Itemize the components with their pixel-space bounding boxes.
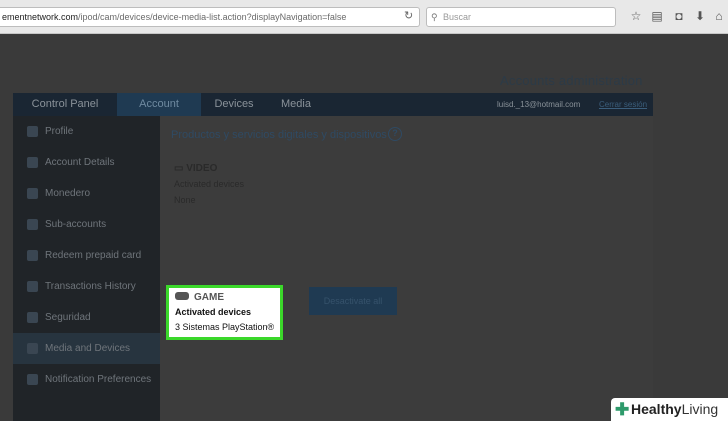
- lock-icon: [27, 312, 38, 323]
- browser-toolbar: ementnetwork.com/ipod/cam/devices/device…: [0, 0, 728, 34]
- url-host: ementnetwork.com: [2, 12, 79, 22]
- notification-icon: [27, 374, 38, 385]
- sidebar-item-monedero[interactable]: Monedero: [13, 178, 160, 209]
- nav-media[interactable]: Media: [267, 93, 325, 116]
- logout-link[interactable]: Cerrar sesión: [599, 93, 647, 116]
- nav-control-panel[interactable]: Control Panel: [13, 93, 117, 116]
- search-input[interactable]: ⚲ Buscar: [426, 7, 616, 27]
- sidebar-item-seguridad[interactable]: Seguridad: [13, 302, 160, 333]
- sidebar-item-account-details[interactable]: Account Details: [13, 147, 160, 178]
- sub-accounts-icon: [27, 219, 38, 230]
- deactivate-all-button[interactable]: Desactivate all: [309, 287, 397, 315]
- sidebar-item-label: Profile: [45, 126, 74, 137]
- sidebar-item-profile[interactable]: Profile: [13, 116, 160, 147]
- user-email: luisd._13@hotmail.com: [497, 100, 581, 109]
- profile-icon: [27, 126, 38, 137]
- reading-list-icon[interactable]: ▤: [650, 9, 664, 23]
- bookmark-star-icon[interactable]: ☆: [629, 9, 643, 23]
- reload-icon[interactable]: ↻: [404, 9, 413, 22]
- sidebar-item-sub-accounts[interactable]: Sub-accounts: [13, 209, 160, 240]
- sidebar-item-transactions-history[interactable]: Transactions History: [13, 271, 160, 302]
- watermark-brand-b: Living: [681, 401, 719, 417]
- home-icon[interactable]: ⌂: [712, 9, 726, 23]
- nav-account[interactable]: Account: [117, 93, 201, 116]
- sidebar-item-label: Seguridad: [45, 312, 91, 323]
- help-icon[interactable]: ?: [388, 127, 402, 141]
- video-heading: ▭ VIDEO: [174, 163, 217, 174]
- pocket-icon[interactable]: ◘: [672, 9, 686, 23]
- sidebar: Profile Account Details Monedero Sub-acc…: [13, 116, 160, 421]
- video-heading-label: VIDEO: [186, 163, 218, 174]
- watermark-brand-a: Healthy: [631, 401, 682, 417]
- url-path: /ipod/cam/devices/device-media-list.acti…: [78, 12, 347, 22]
- page-body: Accounts administration Control Panel Ac…: [0, 35, 728, 421]
- sidebar-item-label: Media and Devices: [45, 343, 131, 354]
- sidebar-item-label: Transactions History: [45, 281, 136, 292]
- sidebar-item-label: Monedero: [45, 188, 91, 199]
- wallet-icon: [27, 188, 38, 199]
- watermark: ✚ HealthyLiving: [611, 398, 728, 421]
- gift-card-icon: [27, 250, 38, 261]
- sidebar-item-notification-preferences[interactable]: Notification Preferences: [13, 364, 160, 395]
- sidebar-item-label: Redeem prepaid card: [45, 250, 142, 261]
- sidebar-item-label: Sub-accounts: [45, 219, 107, 230]
- page-title: Accounts administration: [500, 73, 643, 88]
- film-icon: ▭: [174, 163, 184, 174]
- nav-devices[interactable]: Devices: [201, 93, 267, 116]
- section-title: Productos y servicios digitales y dispos…: [171, 129, 387, 141]
- address-bar[interactable]: ementnetwork.com/ipod/cam/devices/device…: [0, 7, 420, 27]
- gamepad-icon: [175, 292, 189, 300]
- video-activated-label: Activated devices: [174, 179, 245, 189]
- main-content: Productos y servicios digitales y dispos…: [160, 116, 653, 421]
- video-activated-value: None: [174, 195, 196, 205]
- account-details-icon: [27, 157, 38, 168]
- download-icon[interactable]: ⬇: [693, 9, 707, 23]
- sidebar-item-label: Notification Preferences: [45, 374, 152, 385]
- sidebar-item-label: Account Details: [45, 157, 115, 168]
- transactions-icon: [27, 281, 38, 292]
- game-activated-value: 3 Sistemas PlayStation®: [175, 322, 275, 332]
- search-placeholder: Buscar: [443, 12, 472, 22]
- game-activated-label: Activated devices: [175, 307, 252, 317]
- game-heading: GAME: [175, 292, 224, 303]
- search-icon: ⚲: [431, 12, 438, 22]
- media-devices-icon: [27, 343, 38, 354]
- top-nav: Control Panel Account Devices Media luis…: [13, 93, 653, 116]
- sidebar-item-media-and-devices[interactable]: Media and Devices: [13, 333, 160, 364]
- game-heading-label: GAME: [194, 292, 224, 303]
- sidebar-item-redeem-prepaid-card[interactable]: Redeem prepaid card: [13, 240, 160, 271]
- game-devices-card: GAME Activated devices 3 Sistemas PlaySt…: [166, 285, 283, 340]
- plus-icon: ✚: [615, 400, 630, 419]
